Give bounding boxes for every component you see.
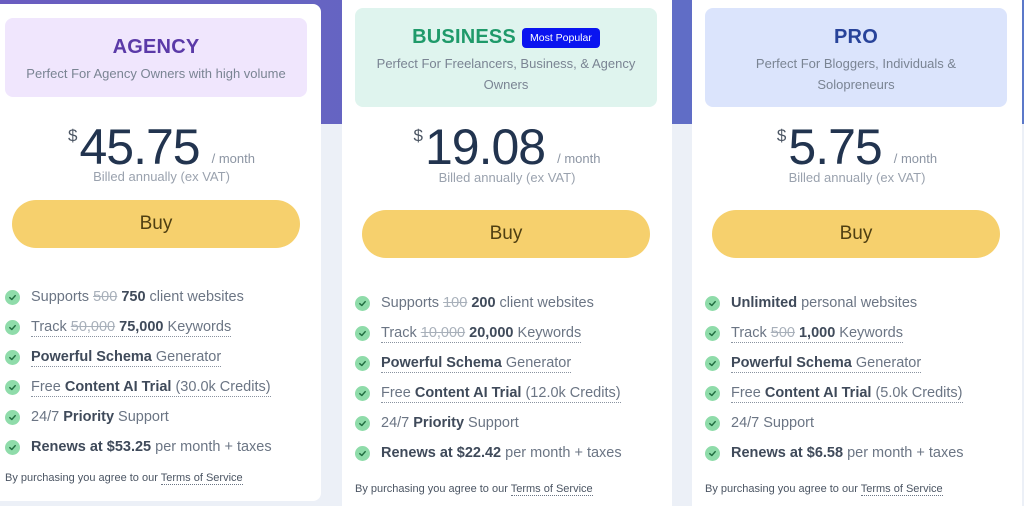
- check-icon: [705, 325, 720, 341]
- buy-button-agency[interactable]: Buy: [12, 200, 300, 248]
- feature-text[interactable]: Powerful Schema Generator: [381, 354, 572, 373]
- currency-symbol: $: [776, 126, 787, 145]
- feature-text[interactable]: Free Content AI Trial (12.0k Credits): [381, 384, 621, 403]
- feature-list: Supports 500 750 client websites Track 50…: [5, 282, 272, 462]
- feature-text[interactable]: Track 10,000 20,000 Keywords: [381, 324, 582, 343]
- plan-description: Perfect For Bloggers, Individuals & Solo…: [755, 56, 957, 92]
- feature-item: Renews at $53.25 per month + taxes: [5, 432, 272, 462]
- plan-card-pro: PRO Perfect For Bloggers, Individuals & …: [692, 0, 1022, 506]
- feature-item: Track 50,000 75,000 Keywords: [5, 312, 272, 342]
- plan-title: BUSINESS: [412, 26, 516, 48]
- feature-text: 24/7 Support: [731, 415, 815, 431]
- terms-text: By purchasing you agree to our: [5, 472, 161, 484]
- check-icon: [355, 295, 370, 311]
- feature-item: Powerful Schema Generator: [355, 348, 622, 378]
- feature-text[interactable]: Free Content AI Trial (30.0k Credits): [31, 378, 271, 397]
- buy-button-business[interactable]: Buy: [362, 210, 650, 258]
- feature-text[interactable]: Track 50,000 75,000 Keywords: [31, 318, 232, 337]
- terms-of-service-link[interactable]: Terms of Service: [860, 483, 943, 496]
- terms-note: By purchasing you agree to our Terms of …: [355, 483, 593, 496]
- feature-text: Supports 500 750 client websites: [31, 289, 244, 305]
- feature-list: Supports 100 200 client websites Track 10…: [355, 288, 622, 468]
- price-period: / month: [893, 151, 938, 166]
- check-icon: [5, 349, 20, 365]
- feature-item: Free Content AI Trial (12.0k Credits): [355, 378, 622, 408]
- billing-note: Billed annually (ex VAT): [93, 169, 230, 184]
- plan-header: BUSINESS Most Popular Perfect For Freela…: [355, 8, 657, 107]
- feature-item: 24/7 Priority Support: [5, 402, 272, 432]
- plan-title: PRO: [834, 26, 878, 48]
- feature-item: Supports 500 750 client websites: [5, 282, 272, 312]
- feature-text: Renews at $53.25 per month + taxes: [31, 439, 272, 455]
- terms-note: By purchasing you agree to our Terms of …: [5, 472, 243, 485]
- plan-header: AGENCY Perfect For Agency Owners with hi…: [5, 18, 307, 97]
- check-icon: [5, 289, 20, 305]
- check-icon: [355, 445, 370, 461]
- feature-text: Unlimited personal websites: [731, 295, 918, 311]
- check-icon: [705, 415, 720, 431]
- price: $ 5.75 / month: [692, 120, 1022, 174]
- check-icon: [705, 445, 720, 461]
- plan-header: PRO Perfect For Bloggers, Individuals & …: [705, 8, 1007, 107]
- feature-item: Track 10,000 20,000 Keywords: [355, 318, 622, 348]
- price: $ 19.08 / month: [342, 120, 672, 174]
- check-icon: [705, 295, 720, 311]
- terms-note: By purchasing you agree to our Terms of …: [705, 483, 943, 496]
- plan-description: Perfect For Agency Owners with high volu…: [26, 66, 286, 81]
- feature-text: Renews at $22.42 per month + taxes: [381, 445, 622, 461]
- check-icon: [355, 325, 370, 341]
- feature-text: 24/7 Priority Support: [31, 409, 169, 425]
- plan-description: Perfect For Freelancers, Business, & Age…: [376, 56, 636, 92]
- feature-text[interactable]: Track 500 1,000 Keywords: [731, 324, 903, 343]
- price: $ 45.75 / month: [0, 120, 321, 174]
- check-icon: [355, 415, 370, 431]
- billing-note: Billed annually (ex VAT): [438, 170, 576, 185]
- feature-text: 24/7 Priority Support: [381, 415, 519, 431]
- price-amount: 19.08: [424, 119, 546, 175]
- check-icon: [5, 379, 20, 395]
- check-icon: [355, 355, 370, 371]
- feature-text[interactable]: Powerful Schema Generator: [731, 354, 922, 373]
- terms-of-service-link[interactable]: Terms of Service: [160, 472, 243, 485]
- feature-item: Free Content AI Trial (5.0k Credits): [705, 378, 964, 408]
- buy-button-pro[interactable]: Buy: [712, 210, 1000, 258]
- feature-item: 24/7 Support: [705, 408, 964, 438]
- check-icon: [705, 385, 720, 401]
- feature-item: Powerful Schema Generator: [705, 348, 964, 378]
- feature-text: Supports 100 200 client websites: [381, 295, 594, 311]
- feature-text[interactable]: Free Content AI Trial (5.0k Credits): [731, 384, 963, 403]
- feature-item: 24/7 Priority Support: [355, 408, 622, 438]
- feature-item: Renews at $22.42 per month + taxes: [355, 438, 622, 468]
- check-icon: [5, 319, 20, 335]
- check-icon: [355, 385, 370, 401]
- price-period: / month: [211, 151, 255, 166]
- check-icon: [5, 439, 20, 455]
- most-popular-badge: Most Popular: [521, 27, 600, 48]
- feature-text: Renews at $6.58 per month + taxes: [731, 445, 964, 461]
- feature-item: Powerful Schema Generator: [5, 342, 272, 372]
- plan-card-business: BUSINESS Most Popular Perfect For Freela…: [342, 0, 672, 506]
- feature-item: Track 500 1,000 Keywords: [705, 318, 964, 348]
- check-icon: [705, 355, 720, 371]
- feature-list: Unlimited personal websites Track 500 1,0…: [705, 288, 964, 468]
- terms-text: By purchasing you agree to our: [355, 483, 511, 495]
- feature-item: Unlimited personal websites: [705, 288, 964, 318]
- feature-item: Supports 100 200 client websites: [355, 288, 622, 318]
- price-amount: 45.75: [79, 119, 200, 175]
- feature-item: Free Content AI Trial (30.0k Credits): [5, 372, 272, 402]
- billing-note: Billed annually (ex VAT): [788, 170, 926, 185]
- terms-of-service-link[interactable]: Terms of Service: [510, 483, 593, 496]
- terms-text: By purchasing you agree to our: [705, 483, 861, 495]
- check-icon: [5, 409, 20, 425]
- price-amount: 5.75: [788, 119, 882, 175]
- feature-item: Renews at $6.58 per month + taxes: [705, 438, 964, 468]
- plan-card-agency: AGENCY Perfect For Agency Owners with hi…: [0, 4, 321, 501]
- price-period: / month: [557, 151, 601, 166]
- currency-symbol: $: [68, 126, 78, 145]
- feature-text[interactable]: Powerful Schema Generator: [31, 348, 222, 367]
- plan-title: AGENCY: [112, 36, 200, 58]
- currency-symbol: $: [413, 126, 423, 145]
